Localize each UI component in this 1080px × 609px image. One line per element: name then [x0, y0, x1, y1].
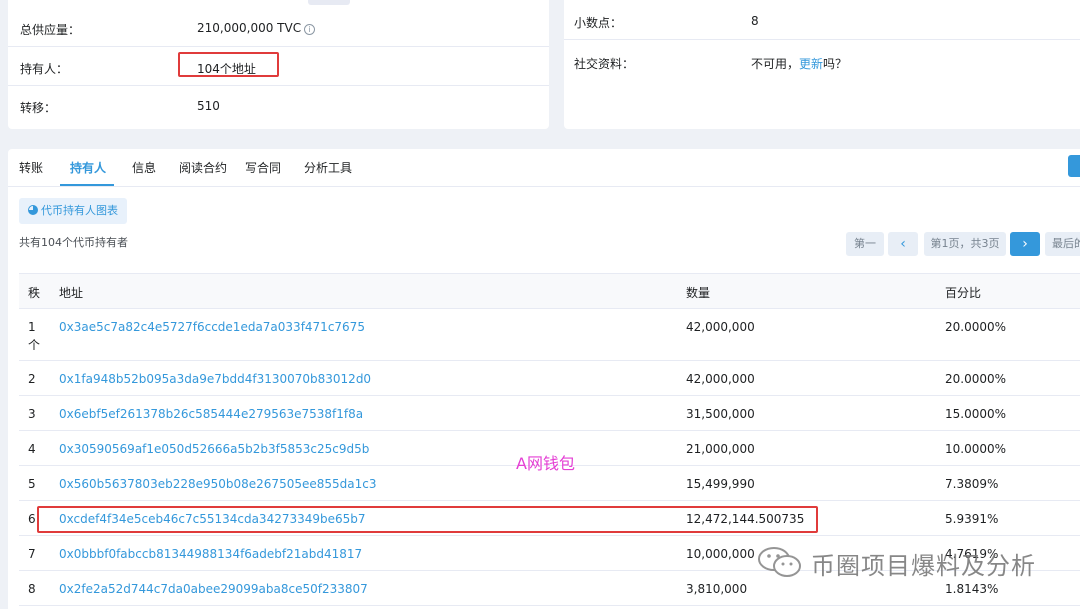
holders-card: 转账 持有人 信息 阅读合约 写合同 分析工具 代币持有人图表 共有104个代币… — [8, 149, 1080, 609]
row-rank: 3 — [28, 407, 36, 421]
pager-last-button[interactable]: 最后的 — [1045, 232, 1080, 256]
row-rank: 8 — [28, 582, 36, 596]
tab-write-contract[interactable]: 写合同 — [245, 159, 281, 176]
watermark: 币圈项目爆料及分析 — [757, 542, 1057, 582]
row-percentage: 10.0000% — [945, 442, 1007, 456]
profile-card: 小数点： 8 社交资料： 不可用，更新吗？ — [564, 0, 1080, 129]
tab-bar: 转账 持有人 信息 阅读合约 写合同 分析工具 — [8, 149, 1080, 187]
tab-holders[interactable]: 持有人 — [70, 159, 106, 176]
row-address-link[interactable]: 0x0bbbf0fabccb81344988134f6adebf21abd418… — [59, 547, 362, 561]
pager-next-button[interactable]: › — [1010, 232, 1040, 256]
wallet-annotation: A网钱包 — [516, 454, 575, 473]
row-quantity: 21,000,000 — [686, 442, 755, 456]
social-row: 社交资料： 不可用，更新吗？ — [564, 42, 1080, 81]
row-percentage: 7.3809% — [945, 477, 999, 491]
row-address-link[interactable]: 0x30590569af1e050d52666a5b2b3f5853c25c9d… — [59, 442, 369, 456]
overview-tab-stub — [308, 0, 350, 5]
pager-page-indicator: 第1页，共3页 — [924, 232, 1006, 256]
row-quantity: 10,000,000 — [686, 547, 755, 561]
row-rank: 7 — [28, 547, 36, 561]
active-tab-indicator — [60, 184, 114, 186]
header-percentage: 百分比 — [945, 286, 982, 300]
header-rank: 秩 — [28, 286, 41, 300]
pager-prev-button[interactable]: ‹ — [888, 232, 918, 256]
tab-info[interactable]: 信息 — [132, 159, 156, 176]
row-percentage: 15.0000% — [945, 407, 1007, 421]
header-quantity: 数量 — [686, 286, 711, 300]
tab-transfers[interactable]: 转账 — [19, 159, 43, 176]
row-highlight-box — [37, 506, 818, 533]
table-row: 3 0x6ebf5ef261378b26c585444e279563e7538f… — [19, 396, 1080, 431]
tab-analytics[interactable]: 分析工具 — [304, 159, 352, 176]
row-quantity: 42,000,000 — [686, 372, 755, 386]
row-quantity: 3,810,000 — [686, 582, 748, 596]
holders-chart-button[interactable]: 代币持有人图表 — [19, 198, 127, 224]
social-label: 社交资料： — [574, 57, 635, 71]
row-percentage: 5.9391% — [945, 512, 999, 526]
row-address-link[interactable]: 0x2fe2a52d744c7da0abee29099aba8ce50f2338… — [59, 582, 368, 596]
transfers-label: 转移： — [20, 101, 57, 115]
row-rank: 2 — [28, 372, 36, 386]
decimals-row: 小数点： 8 — [564, 1, 1080, 40]
row-address-link[interactable]: 0x6ebf5ef261378b26c585444e279563e7538f1f… — [59, 407, 363, 421]
row-rank-suffix: 个 — [28, 338, 41, 352]
holders-highlight-box — [178, 52, 279, 77]
row-address-link[interactable]: 0x560b5637803eb228e950b08e267505ee855da1… — [59, 477, 376, 491]
decimals-label: 小数点： — [574, 16, 623, 30]
pie-chart-icon — [28, 205, 38, 215]
row-percentage: 1.8143% — [945, 582, 999, 596]
transfers-value: 510 — [197, 99, 220, 113]
total-supply-label: 总供应量： — [20, 23, 81, 37]
pager-first-button[interactable]: 第一 — [846, 232, 884, 256]
row-address-link[interactable]: 0x1fa948b52b095a3da9e7bdd4f3130070b83012… — [59, 372, 371, 386]
update-link[interactable]: 更新 — [799, 57, 823, 71]
row-percentage: 20.0000% — [945, 372, 1007, 386]
row-rank: 5 — [28, 477, 36, 491]
row-address-link[interactable]: 0x3ae5c7a82c4e5727f6ccde1eda7a033f471c76… — [59, 320, 365, 334]
transfers-row: 转移： 510 — [8, 86, 549, 125]
table-header: 秩 地址 数量 百分比 — [19, 273, 1080, 309]
table-row: 2 0x1fa948b52b095a3da9e7bdd4f3130070b830… — [19, 361, 1080, 396]
row-quantity: 42,000,000 — [686, 320, 755, 334]
row-rank: 1 — [28, 320, 36, 334]
header-address: 地址 — [59, 286, 84, 300]
total-supply-value: 210,000,000 TVC i — [197, 21, 316, 35]
info-icon[interactable]: i — [304, 24, 316, 35]
row-rank: 4 — [28, 442, 36, 456]
total-supply-row: 总供应量： 210,000,000 TVC i — [8, 8, 549, 47]
social-value: 不可用，更新吗？ — [751, 57, 848, 71]
watermark-text: 币圈项目爆料及分析 — [811, 552, 1036, 580]
row-quantity: 31,500,000 — [686, 407, 755, 421]
holders-label: 持有人： — [20, 62, 69, 76]
row-quantity: 15,499,990 — [686, 477, 755, 491]
row-rank: 6 — [28, 512, 36, 526]
row-percentage: 20.0000% — [945, 320, 1007, 334]
holders-summary: 共有104个代币持有者 — [19, 236, 128, 249]
tab-read-contract[interactable]: 阅读合约 — [179, 159, 227, 176]
corner-action-button[interactable] — [1068, 155, 1080, 177]
table-row: 1 个 0x3ae5c7a82c4e5727f6ccde1eda7a033f47… — [19, 309, 1080, 361]
decimals-value: 8 — [751, 14, 759, 28]
wechat-icon — [758, 547, 801, 577]
